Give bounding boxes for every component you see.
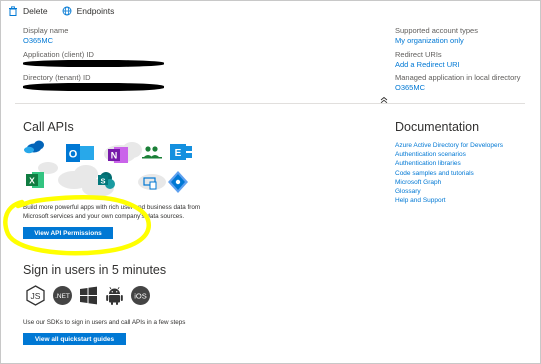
- doc-link[interactable]: Authentication scenarios: [395, 150, 503, 159]
- account-types-label: Supported account types: [395, 26, 478, 35]
- call-apis-description-line1: Build more powerful apps with rich user …: [23, 204, 201, 211]
- delete-button[interactable]: Delete: [8, 6, 48, 16]
- nodejs-label: JS: [31, 291, 41, 301]
- call-apis-description-line2: Microsoft services and your own company'…: [23, 213, 185, 220]
- call-apis-title: Call APIs: [23, 120, 74, 134]
- exchange-icon: E: [170, 144, 192, 160]
- tenant-id-label: Directory (tenant) ID: [23, 73, 91, 82]
- managed-app-value[interactable]: O365MC: [395, 83, 425, 92]
- managed-app-label: Managed application in local directory: [395, 73, 521, 82]
- dotnet-icon[interactable]: .NET: [52, 285, 73, 306]
- svg-text:X: X: [29, 176, 35, 186]
- display-name-value[interactable]: O365MC: [23, 36, 53, 45]
- ios-label: iOS: [134, 291, 147, 300]
- documentation-links: Azure Active Directory for Developers Au…: [395, 141, 503, 205]
- redirect-uris-label: Redirect URIs: [395, 50, 442, 59]
- documentation-title: Documentation: [395, 120, 480, 134]
- command-bar: Delete Endpoints: [8, 4, 114, 18]
- teams-icon: [142, 146, 162, 159]
- view-api-permissions-button[interactable]: View API Permissions: [23, 227, 113, 239]
- svg-text:E: E: [175, 148, 182, 159]
- onenote-icon: N: [108, 147, 128, 163]
- sign-in-description: Use our SDKs to sign in users and call A…: [23, 319, 186, 326]
- doc-link[interactable]: Code samples and tutorials: [395, 169, 503, 178]
- outlook-icon: O: [66, 144, 94, 162]
- view-quickstart-guides-button[interactable]: View all quickstart guides: [23, 333, 126, 345]
- ios-icon[interactable]: iOS: [130, 285, 151, 306]
- display-name-label: Display name: [23, 26, 69, 35]
- account-types-value[interactable]: My organization only: [395, 36, 464, 45]
- api-services-illustration: O N E X S: [24, 140, 192, 197]
- globe-icon: [62, 6, 72, 16]
- endpoints-button[interactable]: Endpoints: [62, 6, 115, 16]
- nodejs-icon[interactable]: JS: [25, 285, 46, 306]
- svg-text:N: N: [111, 151, 118, 161]
- trash-icon: [9, 6, 17, 16]
- excel-icon: X: [26, 172, 44, 188]
- doc-link[interactable]: Help and Support: [395, 196, 503, 205]
- doc-link[interactable]: Azure Active Directory for Developers: [395, 141, 503, 150]
- doc-link[interactable]: Authentication libraries: [395, 159, 503, 168]
- essentials-divider: [15, 103, 525, 104]
- app-id-label: Application (client) ID: [23, 50, 94, 59]
- delete-label: Delete: [23, 6, 48, 16]
- redacted-tenant-id: [23, 83, 164, 91]
- dotnet-label: .NET: [55, 293, 70, 300]
- doc-link[interactable]: Microsoft Graph: [395, 178, 503, 187]
- sign-in-title: Sign in users in 5 minutes: [23, 263, 167, 277]
- windows-icon[interactable]: [78, 285, 99, 306]
- svg-text:O: O: [69, 149, 78, 161]
- android-icon[interactable]: [104, 285, 125, 306]
- intune-icon: [168, 171, 188, 193]
- redacted-app-id: [23, 60, 164, 67]
- doc-link[interactable]: Glossary: [395, 187, 503, 196]
- redirect-uris-value[interactable]: Add a Redirect URI: [395, 60, 460, 69]
- svg-text:S: S: [100, 176, 105, 185]
- onedrive-icon: [24, 140, 44, 154]
- endpoints-label: Endpoints: [76, 6, 115, 16]
